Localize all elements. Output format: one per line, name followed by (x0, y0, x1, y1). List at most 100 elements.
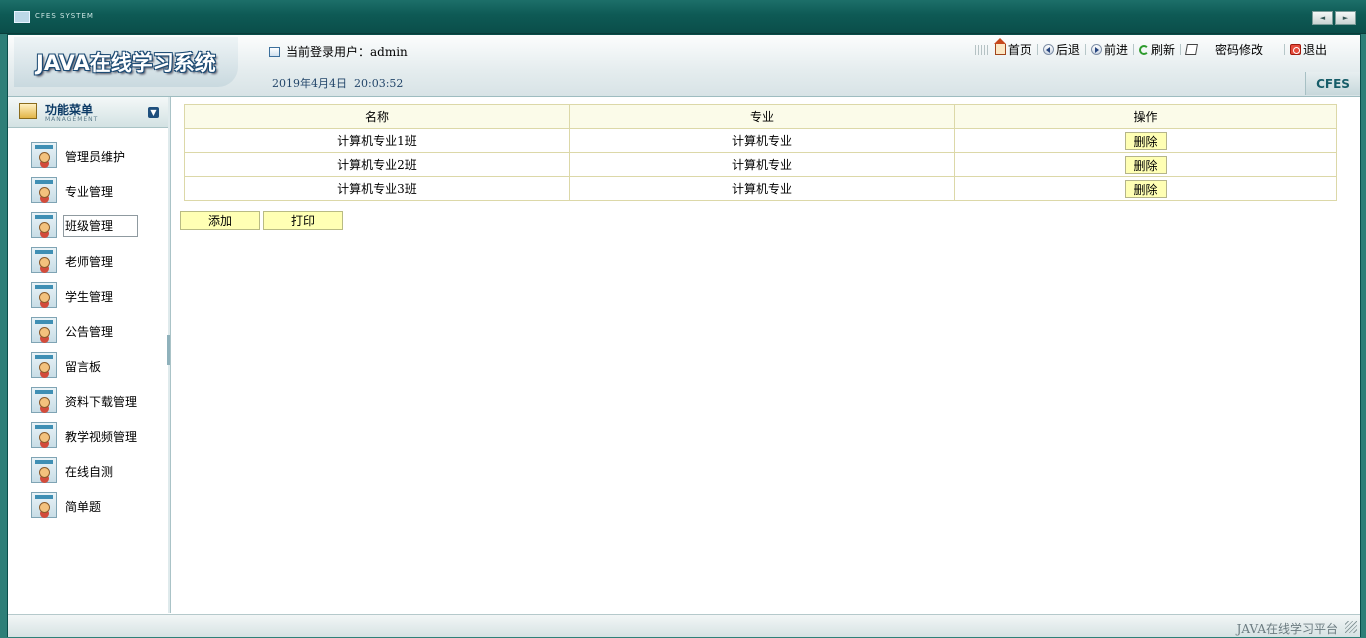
sidebar-item[interactable]: 学生管理 (8, 282, 168, 317)
splitter-handle[interactable] (167, 335, 170, 365)
toolbar-separator (1036, 44, 1038, 55)
current-date: 2019年4月4日 (272, 77, 347, 90)
collapse-chevron-icon[interactable]: ▼ (148, 107, 159, 118)
toolbar-separator (1084, 44, 1086, 55)
app-logo: JAVA在线学习系统 (36, 51, 216, 75)
sidebar-item[interactable]: 公告管理 (8, 317, 168, 352)
user-admin-icon (31, 282, 57, 308)
sidebar-item[interactable]: 管理员维护 (8, 142, 168, 177)
menu-header: 功能菜单 MANAGEMENT ▼ (8, 97, 168, 128)
sidebar-item[interactable]: 班级管理 (8, 212, 168, 247)
class-name-cell: 计算机专业1班 (184, 128, 570, 153)
sidebar-item-label: 老师管理 (65, 255, 114, 269)
major-cell: 计算机专业 (569, 176, 955, 201)
window-forward-button[interactable]: ► (1335, 11, 1356, 25)
sidebar-item-label: 简单题 (65, 500, 102, 514)
sidebar-item-label: 学生管理 (65, 290, 114, 304)
sidebar-item[interactable]: 老师管理 (8, 247, 168, 282)
header: JAVA在线学习系统 当前登录用户：admin 2019年4月4日 20:03:5… (8, 35, 1360, 97)
logout-icon (1289, 44, 1301, 55)
class-table: 名称 专业 操作 计算机专业1班 计算机专业 删除 计算机专业2班 计算机专业 删除 计算机… (184, 104, 1337, 201)
sidebar-item[interactable]: 资料下载管理 (8, 387, 168, 422)
table-row: 计算机专业2班 计算机专业 删除 (184, 152, 1337, 177)
current-time: 20:03:52 (354, 77, 404, 90)
edit-pencil-icon (1184, 44, 1198, 55)
column-header-major: 专业 (569, 104, 955, 129)
forward-label: 前进 (1103, 43, 1128, 57)
delete-button[interactable]: 删除 (1124, 155, 1167, 174)
footer-text: JAVA在线学习平台 (1236, 622, 1338, 636)
back-arrow-icon (1042, 44, 1054, 55)
user-admin-icon (31, 492, 57, 518)
home-label: 首页 (1007, 43, 1032, 57)
back-link[interactable]: 后退 (1040, 41, 1083, 58)
sidebar: 功能菜单 MANAGEMENT ▼ 管理员维护专业管理班级管理老师管理学生管理公… (8, 97, 169, 613)
toolbar-grip (974, 44, 989, 55)
column-header-action: 操作 (954, 104, 1337, 129)
major-cell: 计算机专业 (569, 152, 955, 177)
brand-tab: CFES (1305, 72, 1360, 95)
refresh-link[interactable]: 刷新 (1136, 41, 1178, 58)
delete-button[interactable]: 删除 (1124, 131, 1167, 150)
sidebar-item[interactable]: 留言板 (8, 352, 168, 387)
class-name-cell: 计算机专业3班 (184, 176, 570, 201)
logo-area: JAVA在线学习系统 (14, 37, 238, 87)
window-nav: ◄ ► (1312, 11, 1356, 25)
sidebar-item-label: 班级管理 (62, 215, 139, 237)
top-toolbar: 首页 后退 前进 刷新 密码修改 退出 (974, 38, 1330, 58)
action-cell: 删除 (954, 152, 1337, 177)
sidebar-item-label: 在线自测 (65, 465, 114, 479)
sidebar-item[interactable]: 在线自测 (8, 457, 168, 492)
action-cell: 删除 (954, 176, 1337, 201)
window-title: CFES SYSTEM (35, 12, 94, 20)
sidebar-item[interactable]: 教学视频管理 (8, 422, 168, 457)
change-password-link[interactable]: 密码修改 (1183, 41, 1266, 58)
user-admin-icon (31, 212, 57, 238)
logout-link[interactable]: 退出 (1287, 41, 1330, 58)
sidebar-item-label: 资料下载管理 (65, 395, 138, 409)
user-admin-icon (31, 142, 57, 168)
delete-button[interactable]: 删除 (1124, 179, 1167, 198)
status-bar: JAVA在线学习平台 (8, 614, 1360, 637)
sidebar-item-label: 专业管理 (65, 185, 114, 199)
user-admin-icon (31, 177, 57, 203)
sidebar-item-label: 留言板 (65, 360, 102, 374)
monitor-icon (14, 11, 30, 23)
table-header-row: 名称 专业 操作 (184, 104, 1337, 129)
user-admin-icon (31, 387, 57, 413)
menu-subtitle: MANAGEMENT (45, 116, 99, 123)
back-label: 后退 (1055, 43, 1080, 57)
print-button[interactable]: 打印 (263, 211, 343, 230)
app-frame: JAVA在线学习系统 当前登录用户：admin 2019年4月4日 20:03:5… (7, 34, 1361, 637)
sidebar-item-label: 教学视频管理 (65, 430, 138, 444)
user-card-icon (269, 46, 280, 57)
toolbar-separator (1179, 44, 1181, 55)
table-row: 计算机专业1班 计算机专业 删除 (184, 128, 1337, 153)
change-password-label: 密码修改 (1214, 43, 1263, 57)
current-datetime: 2019年4月4日 20:03:52 (272, 75, 403, 91)
window-titlebar: CFES SYSTEM ◄ ► (0, 0, 1366, 34)
toolbar-separator (1283, 44, 1285, 55)
table-actions: 添加 打印 (180, 211, 343, 230)
current-user-label: 当前登录用户：admin (286, 45, 408, 59)
window-back-button[interactable]: ◄ (1312, 11, 1333, 25)
user-admin-icon (31, 457, 57, 483)
refresh-icon (1138, 44, 1149, 55)
main-content: 名称 专业 操作 计算机专业1班 计算机专业 删除 计算机专业2班 计算机专业 删除 计算机… (171, 97, 1360, 613)
user-admin-icon (31, 247, 57, 273)
home-link[interactable]: 首页 (992, 38, 1035, 58)
forward-link[interactable]: 前进 (1088, 41, 1131, 58)
user-admin-icon (31, 422, 57, 448)
user-admin-icon (31, 317, 57, 343)
home-icon (993, 38, 1006, 55)
menu-list: 管理员维护专业管理班级管理老师管理学生管理公告管理留言板资料下载管理 教学视频管理… (8, 142, 168, 527)
sidebar-item[interactable]: 专业管理 (8, 177, 168, 212)
resize-grip-icon[interactable] (1345, 621, 1357, 633)
logout-label: 退出 (1302, 43, 1327, 57)
sidebar-item-label: 公告管理 (65, 325, 114, 339)
column-header-name: 名称 (184, 104, 570, 129)
sidebar-item[interactable]: 简单题 (8, 492, 168, 527)
current-user: 当前登录用户：admin (269, 43, 408, 60)
add-button[interactable]: 添加 (180, 211, 260, 230)
table-body: 计算机专业1班 计算机专业 删除 计算机专业2班 计算机专业 删除 计算机专业3班 计算机专业… (184, 128, 1337, 201)
